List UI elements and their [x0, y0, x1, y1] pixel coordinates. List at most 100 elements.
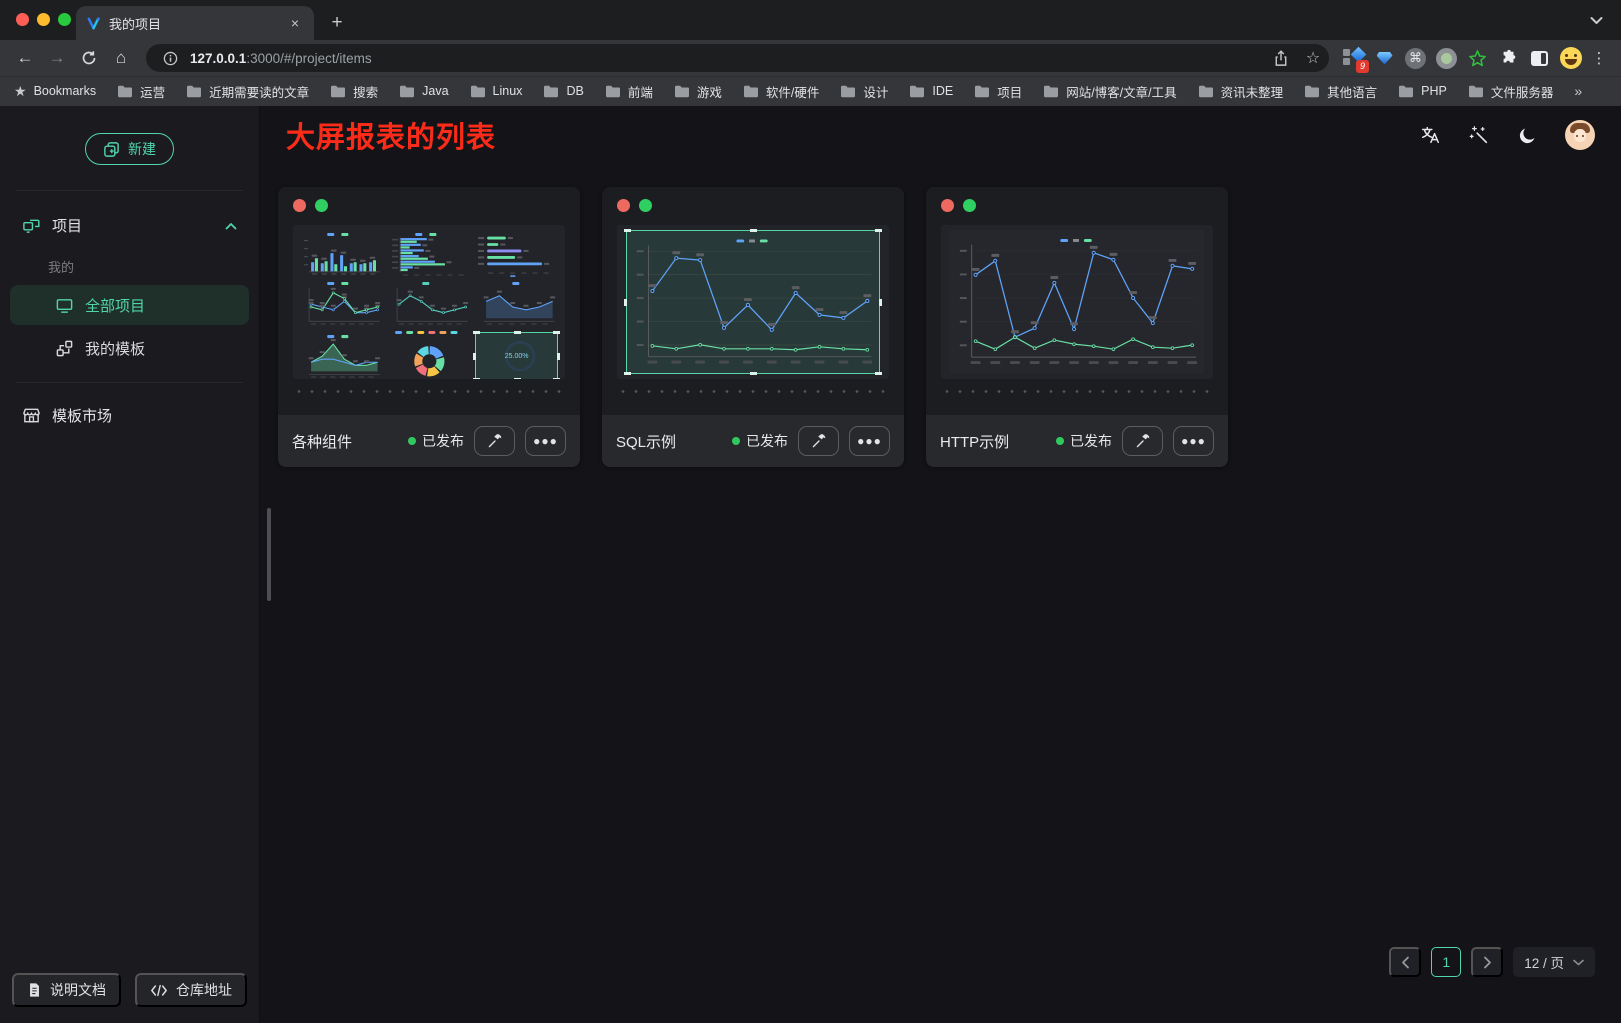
document-icon — [27, 982, 42, 998]
card-footer: SQL示例 已发布 ●●● — [602, 415, 904, 467]
sidebar-all-projects-label: 全部项目 — [85, 295, 145, 316]
sidebar-item-all-projects[interactable]: 全部项目 — [10, 285, 249, 325]
monitor-icon — [55, 296, 74, 315]
edit-hammer-button[interactable] — [1122, 426, 1163, 456]
edit-hammer-button[interactable] — [474, 426, 515, 456]
bookmarks-bar: ★ Bookmarks 运营 近期需要读的文章 搜索 Java Linux DB… — [0, 76, 1621, 106]
window-close-button[interactable] — [16, 13, 29, 26]
copy-plus-icon — [103, 141, 120, 158]
tab-close-icon[interactable]: × — [286, 14, 304, 32]
bookmark-folder-label: 近期需要读的文章 — [209, 82, 309, 101]
prev-page-button[interactable] — [1389, 947, 1421, 977]
extension-badge: 9 — [1356, 60, 1369, 73]
status-dot — [732, 437, 740, 445]
card-thumbnail-http[interactable] — [941, 225, 1213, 379]
storefront-icon — [22, 406, 41, 425]
bookmark-folder-label: 项目 — [997, 82, 1022, 101]
extension-gem-icon[interactable] — [1371, 45, 1398, 72]
more-actions-button[interactable]: ●●● — [1173, 426, 1214, 456]
next-page-button[interactable] — [1471, 947, 1503, 977]
project-card-http[interactable]: HTTP示例 已发布 ●●● — [926, 187, 1228, 467]
extensions-puzzle-icon[interactable] — [1495, 45, 1522, 72]
share-icon[interactable] — [1269, 46, 1293, 70]
bookmark-star-icon[interactable]: ☆ — [1301, 46, 1325, 70]
sidebar-scrollbar-thumb[interactable] — [267, 508, 271, 601]
docs-button[interactable]: 说明文档 — [12, 973, 121, 1007]
bookmarks-overflow-chevron[interactable]: » — [1574, 83, 1582, 99]
mini-line-chart — [387, 280, 472, 326]
forward-icon[interactable]: → — [42, 44, 72, 72]
window-controls — [16, 13, 71, 26]
mini-bar-chart — [299, 231, 384, 277]
url-text[interactable]: 127.0.0.1:3000/#/project/items — [190, 51, 1261, 66]
bookmark-folder[interactable]: 其他语言 — [1304, 82, 1377, 101]
bookmark-folder[interactable]: 运营 — [117, 82, 165, 101]
extension-command-icon[interactable]: ⌘ — [1402, 45, 1429, 72]
sidebar-item-my-templates[interactable]: 我的模板 — [10, 328, 249, 368]
new-tab-button[interactable]: + — [324, 10, 350, 36]
bookmark-folder-label: Java — [422, 84, 448, 98]
user-avatar[interactable] — [1565, 120, 1595, 150]
new-project-button[interactable]: 新建 — [85, 133, 174, 165]
back-icon[interactable]: ← — [10, 44, 40, 72]
more-actions-button[interactable]: ●●● — [849, 426, 890, 456]
project-card-components[interactable]: 25.00% 各种组件 已发布 ●●● — [278, 187, 580, 467]
bookmark-folder[interactable]: 网站/博客/文章/工具 — [1043, 82, 1176, 101]
mini-dual-line-chart — [299, 280, 384, 326]
site-info-icon[interactable] — [158, 46, 182, 70]
extension-green-star-icon[interactable] — [1464, 45, 1491, 72]
dark-mode-moon-icon[interactable] — [1517, 125, 1538, 146]
edit-hammer-button[interactable] — [798, 426, 839, 456]
more-actions-button[interactable]: ●●● — [525, 426, 566, 456]
bookmark-folder[interactable]: DB — [543, 84, 583, 98]
window-minimize-button[interactable] — [37, 13, 50, 26]
translate-icon[interactable] — [1419, 124, 1441, 146]
bookmark-folder[interactable]: 软件/硬件 — [743, 82, 819, 101]
extension-grid-diamond-icon[interactable]: 9 — [1340, 45, 1367, 72]
bookmark-folder[interactable]: IDE — [909, 84, 953, 98]
sidebar-my-templates-label: 我的模板 — [85, 338, 145, 359]
http-chart-area — [950, 230, 1204, 374]
repo-button[interactable]: 仓库地址 — [135, 973, 247, 1007]
window-zoom-button[interactable] — [58, 13, 71, 26]
bookmark-folder[interactable]: 游戏 — [674, 82, 722, 101]
url-bar[interactable]: 127.0.0.1:3000/#/project/items ☆ — [146, 44, 1329, 72]
bookmark-folder[interactable]: 近期需要读的文章 — [186, 82, 309, 101]
tab-search-chevron-icon[interactable] — [1590, 12, 1603, 30]
bookmark-folder[interactable]: Java — [399, 84, 448, 98]
bookmark-folder[interactable]: Linux — [470, 84, 523, 98]
status-label: 已发布 — [422, 431, 464, 451]
home-icon[interactable]: ⌂ — [106, 44, 136, 72]
bookmark-folder[interactable]: 资讯未整理 — [1198, 82, 1284, 101]
bookmark-folder[interactable]: 前端 — [605, 82, 653, 101]
card-thumbnail-components[interactable]: 25.00% — [293, 225, 565, 379]
reload-icon[interactable] — [74, 44, 104, 72]
card-thumbnail-sql[interactable] — [617, 225, 889, 379]
mini-area-chart — [474, 280, 559, 326]
extension-record-icon[interactable] — [1433, 45, 1460, 72]
sidebar-item-project[interactable]: 项目 — [10, 203, 249, 247]
current-page-button[interactable]: 1 — [1431, 947, 1461, 977]
bookmark-folder[interactable]: 项目 — [974, 82, 1022, 101]
bookmarks-label: Bookmarks — [34, 84, 97, 98]
thumbnail-dotted-divider — [291, 390, 567, 393]
bookmark-folder[interactable]: PHP — [1398, 84, 1447, 98]
bookmark-folder-label: IDE — [932, 84, 953, 98]
browser-tab[interactable]: 我的项目 × — [76, 6, 314, 40]
sidebar-item-template-market[interactable]: 模板市场 — [10, 395, 249, 435]
magic-wand-icon[interactable] — [1468, 124, 1490, 146]
profile-avatar-smiley[interactable] — [1557, 45, 1584, 72]
docs-button-label: 说明文档 — [50, 980, 106, 1000]
bookmarks-root[interactable]: ★ Bookmarks — [14, 83, 96, 100]
sidebar-divider-2 — [16, 382, 243, 383]
project-card-sql[interactable]: SQL示例 已发布 ●●● — [602, 187, 904, 467]
bookmark-folder[interactable]: 设计 — [840, 82, 888, 101]
bookmark-folder[interactable]: 文件服务器 — [1468, 82, 1554, 101]
card-red-dot — [617, 199, 630, 212]
page-size-select[interactable]: 12 / 页 — [1513, 947, 1595, 977]
browser-menu-icon[interactable]: ⋮ — [1588, 45, 1610, 72]
sql-line-chart — [627, 231, 879, 373]
chevron-up-icon[interactable] — [225, 217, 237, 234]
bookmark-folder[interactable]: 搜索 — [330, 82, 378, 101]
side-panel-icon[interactable] — [1526, 45, 1553, 72]
